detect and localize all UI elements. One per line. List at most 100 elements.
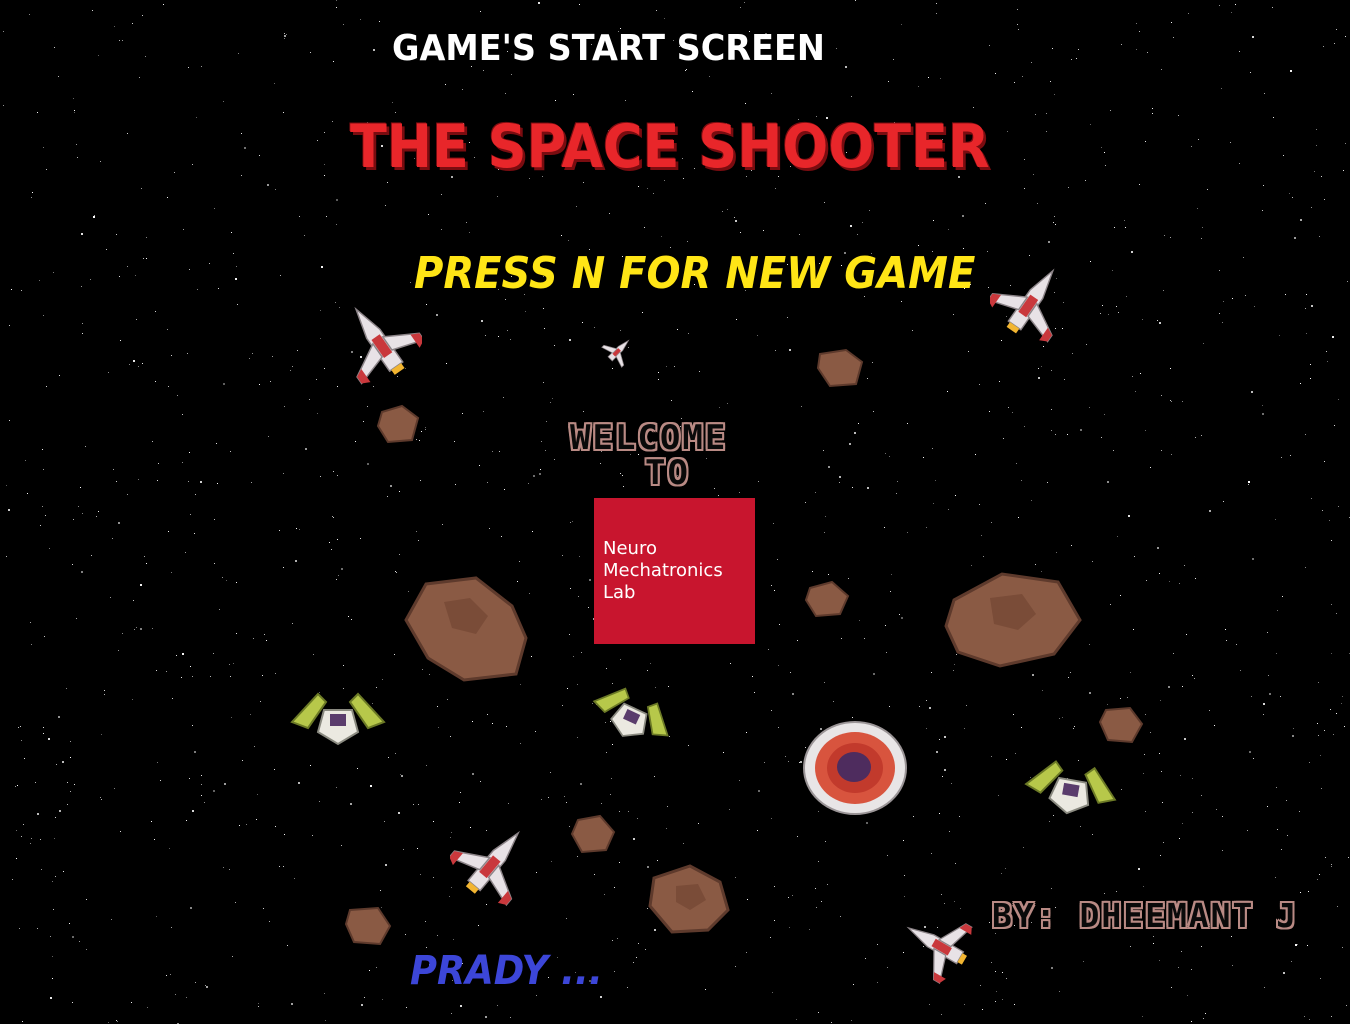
star [1197,208,1198,209]
star [157,480,158,481]
star [1348,857,1349,858]
new-game-prompt[interactable]: PRESS N FOR NEW GAME [414,248,975,299]
star [108,1022,109,1023]
star [361,1004,363,1006]
star [823,450,824,451]
star [1052,48,1053,49]
star [194,751,196,753]
star [70,741,71,742]
star [43,733,44,734]
star [774,886,775,887]
star [1248,481,1250,483]
star [1110,110,1111,111]
star [594,874,595,875]
star [718,495,719,496]
star [238,53,239,54]
star [472,721,473,722]
star [42,449,43,450]
star [286,34,287,35]
star [1131,251,1133,253]
star [754,692,755,693]
star [1347,281,1348,282]
star [171,927,172,928]
star [204,802,205,803]
star [236,582,237,583]
star [169,848,170,849]
star [272,356,273,357]
star [343,665,344,666]
star [854,432,856,434]
star [1078,49,1079,50]
star [896,493,897,494]
star [337,475,338,476]
asteroid-icon [404,576,528,682]
star [855,0,856,1]
star [1300,892,1301,893]
alien-fighter-icon [592,687,669,737]
star [601,803,602,804]
star [1003,438,1004,439]
star [579,4,580,5]
star [644,227,645,228]
star [758,481,759,482]
star [369,970,370,971]
star [577,737,578,738]
star [995,971,996,972]
star [72,564,73,565]
star [638,186,639,187]
star [403,849,404,850]
star [1219,5,1220,6]
star [167,329,168,330]
star [546,421,547,422]
star [1071,59,1072,60]
star [284,35,286,37]
star [1089,407,1090,408]
star [506,726,507,727]
asteroid-icon [344,906,392,946]
star [1072,353,1073,354]
star [614,887,615,888]
star [1201,795,1202,796]
star [1311,498,1312,499]
star [299,216,300,217]
star [246,824,247,825]
star [867,487,869,489]
star [223,101,224,102]
star [893,59,894,60]
star [182,462,183,463]
star [944,736,946,738]
star [453,939,454,940]
star [1331,540,1332,541]
star [797,640,798,641]
star [1182,823,1183,824]
star [497,1005,498,1006]
star [101,734,102,735]
star [138,479,139,480]
star [785,756,786,757]
star [183,229,184,230]
star [1201,435,1202,436]
star [617,938,618,939]
star [21,836,22,837]
star [146,563,147,564]
star [768,649,769,650]
star [455,484,456,485]
lab-logo-line2: Mechatronics [603,560,723,581]
star [505,299,506,300]
star [1287,835,1288,836]
star [1203,343,1204,344]
star [244,147,246,149]
star [92,10,93,11]
star [1024,426,1025,427]
star [480,781,481,782]
star [74,110,75,111]
star [82,323,83,324]
star [554,459,555,460]
star [1050,81,1051,82]
star [90,279,91,280]
star [188,481,189,482]
star [284,33,285,34]
star [734,217,735,218]
star [400,774,401,775]
star [43,727,44,728]
